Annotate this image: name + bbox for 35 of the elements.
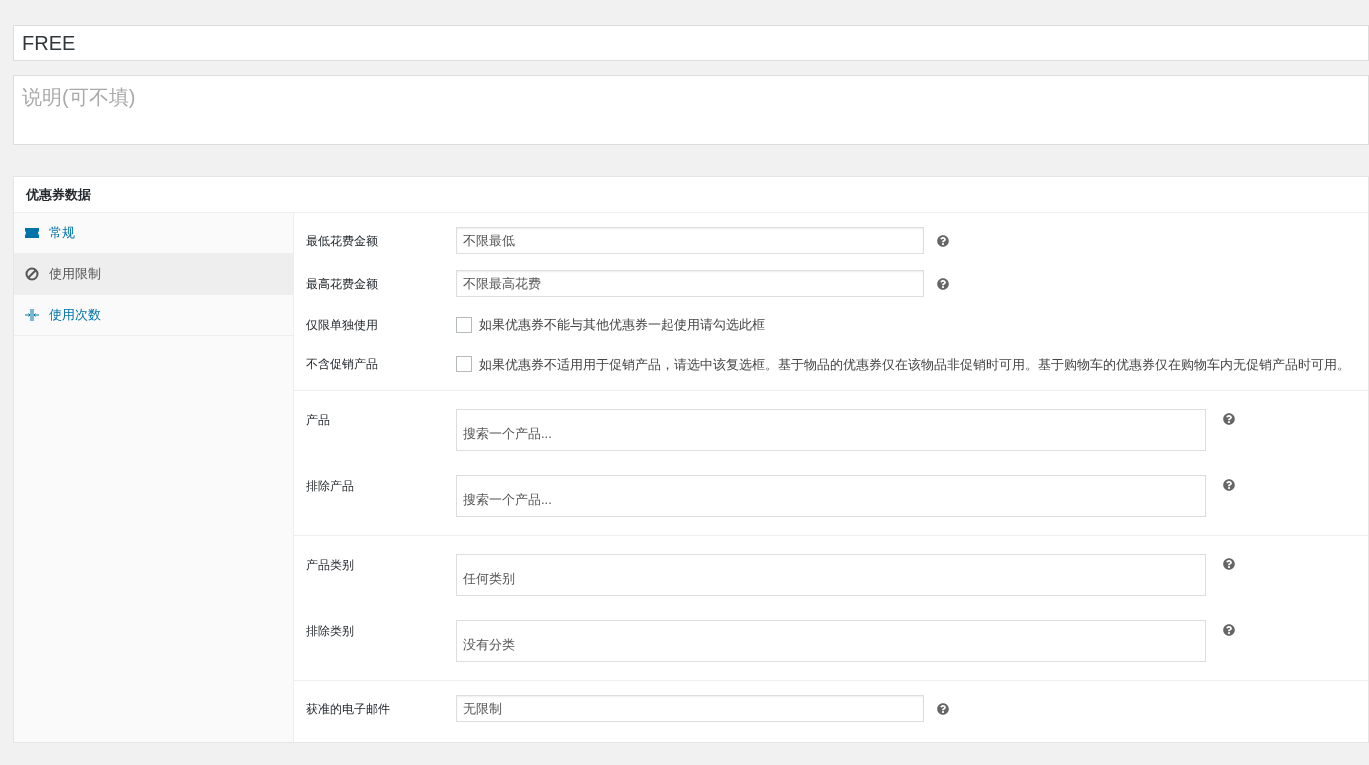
input-field[interactable]: 不限最低	[456, 227, 924, 254]
search-field[interactable]: 任何类别	[456, 554, 1206, 596]
search-field[interactable]: 没有分类	[456, 620, 1206, 662]
help-icon[interactable]	[937, 234, 949, 247]
checkbox-description: 如果优惠券不能与其他优惠券一起使用请勾选此框	[479, 316, 765, 334]
field-label: 获准的电子邮件	[306, 700, 391, 718]
help-icon[interactable]	[1223, 558, 1235, 570]
arrows-inward-icon	[25, 309, 39, 321]
search-field[interactable]: 搜索一个产品...	[456, 475, 1206, 517]
help-icon[interactable]	[1223, 413, 1235, 425]
checkbox[interactable]	[456, 356, 472, 373]
help-icon[interactable]	[937, 277, 949, 290]
field-label: 最低花费金额	[306, 232, 379, 250]
field-label: 最高花费金额	[306, 275, 379, 293]
sidebar-tab[interactable]: 使用次数	[14, 295, 293, 336]
ban-icon	[25, 267, 39, 281]
sidebar-tab[interactable]: 使用限制	[14, 254, 293, 295]
checkbox-description: 如果优惠券不适用用于促销产品，请选中该复选框。基于物品的优惠券仅在该物品非促销时可用。基于购物车的优惠券仅在购物车内无促销产品时可用。	[479, 355, 1350, 374]
field-label: 产品	[306, 412, 331, 429]
help-icon[interactable]	[1223, 624, 1235, 636]
checkbox[interactable]	[456, 316, 472, 333]
title-field[interactable]: FREE	[13, 25, 1369, 61]
help-icon[interactable]	[937, 702, 949, 715]
description-field[interactable]: 说明(可不填)	[13, 75, 1369, 145]
ticket-icon	[25, 228, 39, 238]
field-label: 仅限单独使用	[306, 316, 379, 334]
input-field[interactable]: 无限制	[456, 695, 924, 722]
field-label: 不含促销产品	[306, 356, 379, 374]
search-field[interactable]: 搜索一个产品...	[456, 409, 1206, 451]
field-label: 排除产品	[306, 478, 355, 495]
input-field[interactable]: 不限最高花费	[456, 270, 924, 297]
field-label: 排除类别	[306, 623, 355, 640]
help-icon[interactable]	[1223, 479, 1235, 491]
field-label: 产品类别	[306, 557, 355, 574]
panel-title: 优惠券数据	[26, 185, 91, 204]
